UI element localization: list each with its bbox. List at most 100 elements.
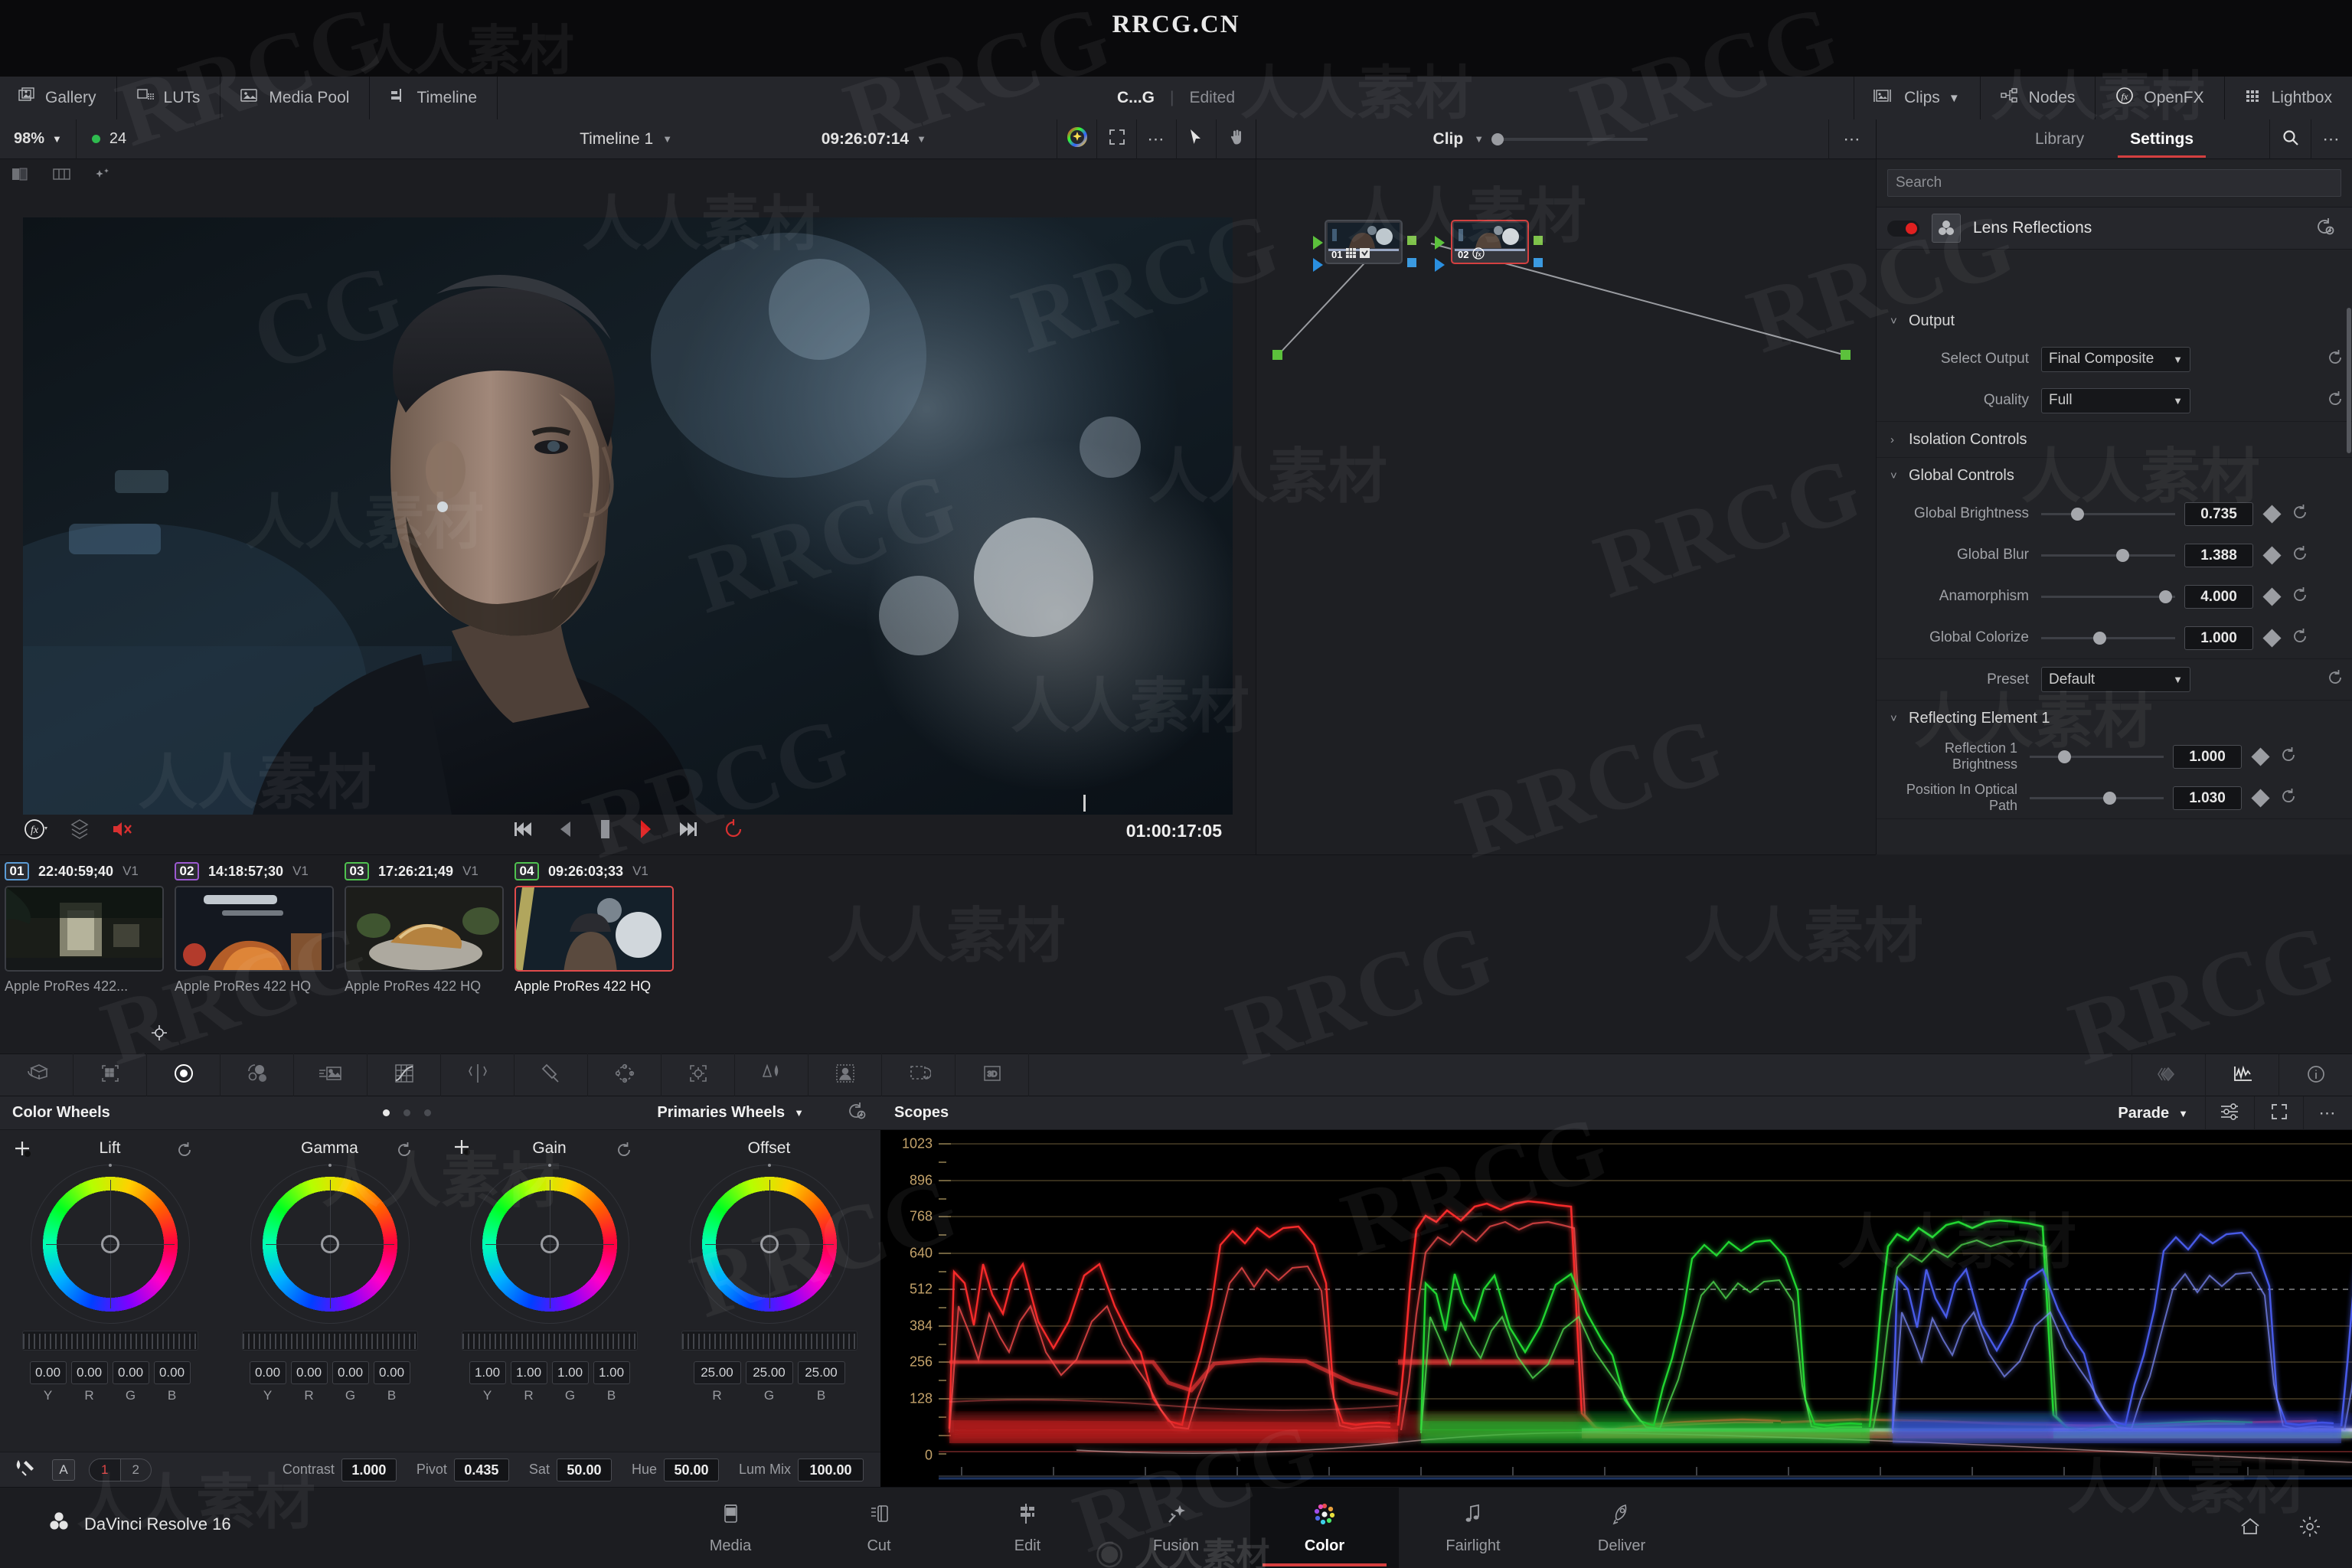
reset-icon[interactable]: [2291, 544, 2309, 567]
color-wheels-button[interactable]: [147, 1054, 220, 1096]
reset-icon[interactable]: [2326, 668, 2344, 691]
gamma-g-input[interactable]: 0.00: [332, 1361, 369, 1384]
zoom-level-selector[interactable]: 98% ▼: [0, 119, 77, 159]
reset-icon[interactable]: [2279, 787, 2298, 809]
section-reflect1-header[interactable]: ˅ Reflecting Element 1: [1877, 701, 2352, 736]
keyframe-icon[interactable]: [2262, 505, 2281, 523]
gain-r-input[interactable]: 1.00: [511, 1361, 547, 1384]
node-02-output-blue[interactable]: [1534, 258, 1543, 267]
slider-knob[interactable]: [2093, 632, 2106, 645]
slider-knob[interactable]: [2116, 549, 2129, 562]
effect-enable-toggle[interactable]: [1887, 220, 1919, 237]
menu-item-openfx[interactable]: fx OpenFX: [2095, 77, 2223, 119]
gain-picker-icon[interactable]: [452, 1139, 475, 1166]
keyframe-icon[interactable]: [2251, 747, 2269, 766]
section-output-header[interactable]: ˅ Output: [1877, 303, 2352, 338]
global-brightness-slider[interactable]: [2041, 513, 2175, 515]
viewer-timecode[interactable]: 09:26:07:14 ▼: [822, 130, 926, 149]
inspector-body[interactable]: ˅ Output Select Output Final Composite ▼…: [1877, 303, 2352, 854]
reset-icon[interactable]: [2291, 503, 2309, 525]
mute-audio-icon[interactable]: [110, 818, 133, 844]
preset-dropdown[interactable]: Default ▼: [2041, 667, 2190, 692]
anamorphism-slider[interactable]: [2041, 596, 2175, 598]
tracker-button[interactable]: [662, 1054, 735, 1096]
inspector-more-button[interactable]: ⋯: [2311, 119, 2352, 159]
menu-item-gallery[interactable]: Gallery: [0, 77, 117, 119]
clip-01-thumbnail[interactable]: [5, 886, 164, 972]
clip-03-thumbnail[interactable]: [345, 886, 504, 972]
anamorphism-value[interactable]: 4.000: [2184, 585, 2253, 609]
blur-button[interactable]: [808, 1054, 882, 1096]
picker-icon[interactable]: [12, 1458, 38, 1481]
page-tab-cut[interactable]: Cut: [805, 1488, 953, 1568]
node-01-output-blue[interactable]: [1407, 258, 1416, 267]
fullscreen-button[interactable]: [1096, 119, 1136, 159]
skip-to-start-icon[interactable]: [511, 819, 534, 843]
scopes-more-button[interactable]: ⋯: [2303, 1096, 2352, 1130]
lift-reset-icon[interactable]: [175, 1141, 194, 1163]
offset-b-input[interactable]: 25.00: [798, 1361, 845, 1384]
gamma-b-input[interactable]: 0.00: [374, 1361, 410, 1384]
clip-01-marker-icon[interactable]: [151, 1024, 168, 1045]
info-button[interactable]: [2278, 1054, 2352, 1097]
skip-to-end-icon[interactable]: [677, 819, 700, 843]
offset-r-input[interactable]: 25.00: [694, 1361, 741, 1384]
lift-g-input[interactable]: 0.00: [113, 1361, 149, 1384]
scopes-canvas[interactable]: 1023 896 768 640 512 384 256 128 0: [880, 1130, 2352, 1487]
page-dot-3[interactable]: [424, 1109, 431, 1116]
section-isolation-header[interactable]: › Isolation Controls: [1877, 422, 2352, 457]
global-colorize-slider[interactable]: [2041, 637, 2175, 639]
keyframe-icon[interactable]: [2262, 546, 2281, 564]
gain-y-input[interactable]: 1.00: [469, 1361, 506, 1384]
reflection-1-brightness-slider[interactable]: [2030, 756, 2164, 758]
offset-wheel[interactable]: [697, 1171, 842, 1317]
version-2[interactable]: 2: [120, 1459, 152, 1481]
global-blur-slider[interactable]: [2041, 554, 2175, 557]
filmstrip-clip-03[interactable]: 03 17:26:21;49 V1 Apple ProRes 422 HQ: [345, 861, 514, 1045]
node-02-input-blue[interactable]: [1435, 258, 1445, 272]
scopes-expand-button[interactable]: [2254, 1096, 2303, 1130]
gain-b-input[interactable]: 1.00: [593, 1361, 630, 1384]
global-blur-value[interactable]: 1.388: [2184, 544, 2253, 567]
keyframe-icon[interactable]: [2262, 587, 2281, 606]
reset-icon[interactable]: [2279, 746, 2298, 768]
lift-b-input[interactable]: 0.00: [154, 1361, 191, 1384]
lift-picker-icon[interactable]: [12, 1139, 35, 1166]
gain-g-input[interactable]: 1.00: [552, 1361, 589, 1384]
reset-icon[interactable]: [2291, 627, 2309, 649]
lift-y-input[interactable]: 0.00: [30, 1361, 67, 1384]
keyframe-icon[interactable]: [2262, 629, 2281, 647]
sat-input[interactable]: 50.00: [557, 1459, 612, 1481]
node-01-input-green[interactable]: [1313, 236, 1323, 250]
node-02-output-green[interactable]: [1534, 236, 1543, 245]
scope-settings-button[interactable]: [2205, 1096, 2254, 1130]
qualifier-button[interactable]: [514, 1054, 588, 1096]
reset-icon[interactable]: [2291, 586, 2309, 608]
hue-input[interactable]: 50.00: [664, 1459, 719, 1481]
magic-mask-button[interactable]: [735, 1054, 808, 1096]
fx-badge-icon[interactable]: fx: [23, 817, 49, 845]
timeline-selector[interactable]: Timeline 1 ▼: [580, 130, 672, 149]
stop-icon[interactable]: [597, 818, 614, 844]
node-clip-selector[interactable]: Clip ▼: [1433, 130, 1648, 149]
node-02-input-green[interactable]: [1435, 236, 1445, 250]
step-back-icon[interactable]: [557, 819, 574, 843]
power-window-button[interactable]: [588, 1054, 662, 1096]
page-tab-deliver[interactable]: Deliver: [1547, 1488, 1696, 1568]
node-01-output-green[interactable]: [1407, 236, 1416, 245]
scopes-mode-selector[interactable]: Parade ▼: [2101, 1105, 2205, 1122]
menu-item-lightbox[interactable]: Lightbox: [2224, 77, 2352, 119]
global-brightness-value[interactable]: 0.735: [2184, 502, 2253, 526]
reset-add-icon[interactable]: [2315, 217, 2341, 240]
pivot-input[interactable]: 0.435: [454, 1459, 509, 1481]
node-more-button[interactable]: ⋯: [1828, 119, 1876, 159]
node-zoom-slider[interactable]: [1494, 138, 1648, 141]
lum-mix-input[interactable]: 100.00: [798, 1459, 864, 1481]
node-graph-output-port[interactable]: [1841, 350, 1851, 360]
grid-view-button[interactable]: [41, 159, 83, 193]
offset-center-handle[interactable]: [760, 1235, 779, 1253]
key-button[interactable]: [882, 1054, 956, 1096]
curves-button[interactable]: [368, 1054, 441, 1096]
slider-knob[interactable]: [2103, 792, 2116, 805]
viewer-more-button[interactable]: ⋯: [1136, 119, 1176, 159]
